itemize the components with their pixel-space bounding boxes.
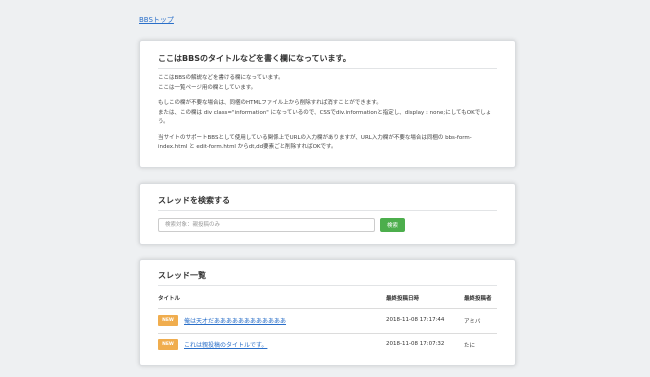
information-panel: ここはBBSのタイトルなどを書く欄になっています。 ここはBBSの解説などを書け…: [139, 40, 516, 168]
last-poster-name: たに: [464, 343, 476, 349]
thread-search-panel: スレッドを検索する 検索: [139, 183, 516, 245]
information-text: または、この欄は div class="information" になっているの…: [158, 109, 492, 126]
information-text: 当サイトのサポートBBSとして使用している関係上でURLの入力欄がありますが、U…: [158, 134, 472, 151]
new-badge: NEW: [158, 339, 178, 350]
last-posted-date: 2018-11-08 17:17:44: [386, 317, 445, 323]
column-header-last-poster: 最終投稿者: [464, 296, 492, 302]
information-text: ここはBBSの解説などを書ける欄になっています。: [158, 75, 284, 81]
new-badge: NEW: [158, 315, 178, 326]
information-text: もしこの欄が不要な場合は、同梱のHTMLファイル上から削除すれば消すことができま…: [158, 100, 382, 106]
bbs-top-link[interactable]: BBSトップ: [139, 15, 174, 25]
thread-title-link[interactable]: 俺は天才だああああああああああああ: [184, 316, 286, 325]
table-row: NEW これは親投稿のタイトルです。 2018-11-08 17:07:32 た…: [158, 333, 497, 358]
thread-list-panel: スレッド一覧 タイトル 最終投稿日時 最終投稿者 NEW 俺は天才だああああああ…: [139, 259, 516, 366]
information-text: ここは一覧ページ用の欄としています。: [158, 84, 257, 91]
thread-title-link[interactable]: これは親投稿のタイトルです。: [184, 340, 267, 349]
column-header-last-posted: 最終投稿日時: [386, 296, 420, 302]
search-divider: [158, 210, 497, 211]
last-posted-date: 2018-11-08 17:07:32: [386, 341, 445, 347]
last-poster-name: アミバ: [464, 319, 481, 325]
search-button[interactable]: 検索: [380, 218, 405, 232]
search-title: スレッドを検索する: [158, 196, 230, 205]
column-header-title: タイトル: [158, 296, 181, 302]
information-divider: [158, 68, 497, 69]
table-row: NEW 俺は天才だああああああああああああ 2018-11-08 17:17:4…: [158, 309, 497, 334]
information-title: ここはBBSのタイトルなどを書く欄になっています。: [158, 54, 351, 63]
thread-list-title: スレッド一覧: [158, 271, 206, 280]
search-input[interactable]: [158, 218, 375, 232]
thread-list-divider: [158, 285, 497, 286]
information-body: ここはBBSの解説などを書ける欄になっています。 ここは一覧ページ用の欄としてい…: [158, 74, 498, 159]
